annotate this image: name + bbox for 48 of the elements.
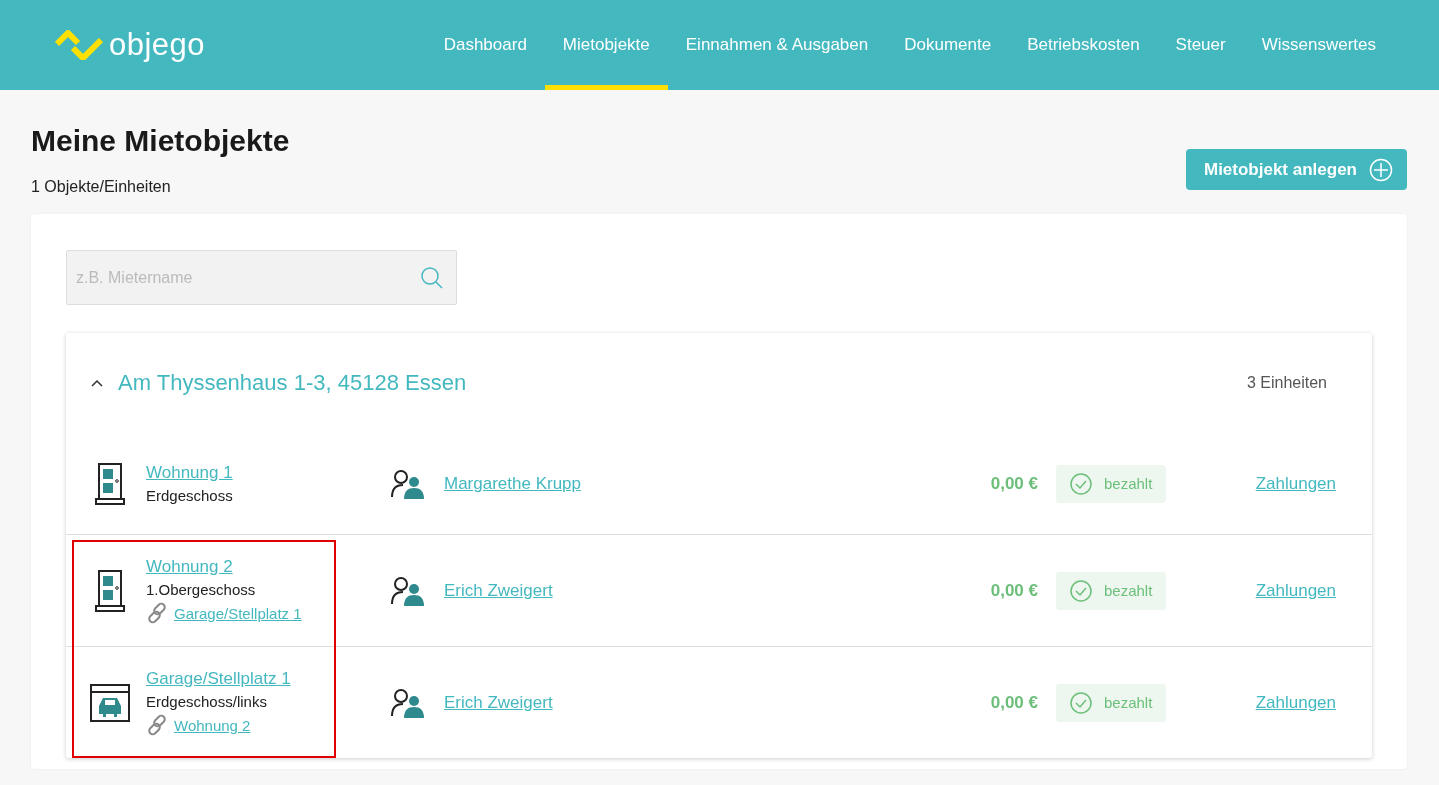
page-title: Meine Mietobjekte: [31, 124, 290, 158]
amount-text: 0,00 €: [990, 473, 1038, 494]
amount-text: 0,00 €: [990, 580, 1038, 601]
nav-tab[interactable]: Dokumente: [886, 0, 1010, 90]
nav-tab[interactable]: Betriebskosten: [1009, 0, 1158, 90]
property-address[interactable]: Am Thyssenhaus 1-3, 45128 Essen: [118, 370, 467, 396]
payments-link[interactable]: Zahlungen: [1255, 473, 1336, 494]
tenant-link[interactable]: Margarethe Krupp: [444, 473, 582, 494]
nav-tab[interactable]: Wissenswertes: [1243, 0, 1394, 90]
logo-icon: [55, 30, 103, 60]
floor-text: 1.Obergeschoss: [146, 581, 257, 598]
tenant-link[interactable]: Erich Zweigert: [444, 692, 553, 713]
check-circle-icon: [1070, 579, 1092, 602]
status-badge: bezahlt: [1056, 464, 1166, 503]
unit-link[interactable]: Wohnung 2: [146, 557, 233, 577]
chain-link-icon: [146, 602, 168, 624]
tenant-link[interactable]: Erich Zweigert: [444, 580, 553, 601]
payments-link[interactable]: Zahlungen: [1255, 692, 1336, 713]
tenants-icon: [390, 687, 424, 718]
nav-tab[interactable]: Dashboard: [425, 0, 545, 90]
garage-car-icon: [90, 683, 130, 722]
payments-link[interactable]: Zahlungen: [1255, 580, 1336, 601]
nav-tab[interactable]: Steuer: [1157, 0, 1244, 90]
plus-circle-icon: [1369, 157, 1393, 182]
nav-tab[interactable]: Einnahmen & Ausgaben: [667, 0, 887, 90]
chain-link-icon: [146, 714, 168, 736]
units-count: 3 Einheiten: [1246, 374, 1327, 392]
tenants-icon: [390, 575, 424, 606]
amount-text: 0,00 €: [990, 692, 1038, 713]
unit-count-text: 1 Objekte/Einheiten: [31, 178, 172, 196]
search-icon: [420, 266, 444, 290]
linked-unit-link[interactable]: Wohnung 2: [174, 716, 251, 734]
door-icon: [95, 462, 125, 505]
check-circle-icon: [1070, 691, 1092, 714]
linked-unit-link[interactable]: Garage/Stellplatz 1: [174, 604, 302, 622]
status-badge: bezahlt: [1056, 571, 1166, 610]
door-icon: [95, 569, 125, 612]
floor-text: Erdgeschoss: [146, 487, 234, 504]
logo-text: objego: [109, 27, 206, 63]
tenants-icon: [390, 468, 424, 499]
check-circle-icon: [1070, 472, 1092, 495]
unit-link[interactable]: Wohnung 1: [146, 463, 233, 483]
create-property-button[interactable]: Mietobjekt anlegen: [1185, 149, 1407, 190]
floor-text: Erdgeschoss/links: [146, 693, 268, 710]
caret-icon[interactable]: [90, 378, 104, 388]
nav-tab[interactable]: Mietobjekte: [544, 0, 668, 90]
unit-link[interactable]: Garage/Stellplatz 1: [146, 669, 291, 689]
status-badge: bezahlt: [1056, 683, 1166, 722]
